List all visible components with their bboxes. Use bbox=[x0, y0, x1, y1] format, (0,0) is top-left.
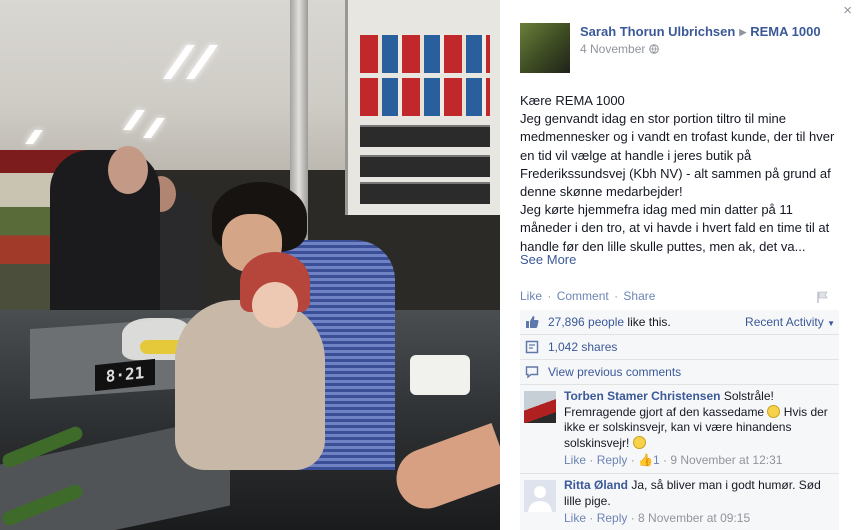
receipt-paper-roll bbox=[410, 355, 470, 395]
comment-time[interactable]: 8 November at 09:15 bbox=[638, 511, 750, 525]
thumbs-up-icon: 👍 bbox=[638, 453, 653, 467]
author-avatar[interactable] bbox=[520, 23, 570, 73]
comment-reply-link[interactable]: Reply bbox=[597, 511, 628, 525]
comment-reply-link[interactable]: Reply bbox=[597, 453, 628, 467]
thumbs-up-icon bbox=[526, 316, 539, 328]
like-link[interactable]: Like bbox=[520, 289, 542, 303]
comment-bubble-icon bbox=[525, 366, 539, 379]
default-avatar-icon bbox=[528, 486, 552, 512]
comment-item: Ritta Øland Ja, så bliver man i godt hum… bbox=[520, 474, 839, 530]
share-icon bbox=[525, 340, 539, 354]
view-previous-row: View previous comments bbox=[520, 360, 839, 385]
commenter-name-link[interactable]: Torben Stamer Christensen bbox=[564, 389, 720, 403]
likes-row: 27,896 people like this. Recent Activity… bbox=[520, 310, 839, 335]
see-more-link[interactable]: See More bbox=[520, 252, 576, 267]
separator: · bbox=[614, 289, 619, 303]
cigarette-slot bbox=[360, 155, 490, 177]
smiley-icon bbox=[632, 435, 646, 449]
close-icon[interactable]: × bbox=[843, 3, 852, 19]
comment-item: Torben Stamer Christensen Solstråle! Fre… bbox=[520, 385, 839, 474]
target-page-link[interactable]: REMA 1000 bbox=[750, 24, 820, 39]
share-link[interactable]: Share bbox=[623, 289, 655, 303]
commenter-avatar[interactable] bbox=[524, 391, 556, 423]
cigarette-row bbox=[360, 35, 490, 73]
post-date[interactable]: 4 November bbox=[580, 42, 645, 56]
commenter-avatar[interactable] bbox=[524, 480, 556, 512]
comment-like-link[interactable]: Like bbox=[564, 453, 586, 467]
recent-activity-dropdown[interactable]: Recent Activity ▼ bbox=[745, 310, 835, 336]
triangle-right-icon: ▶ bbox=[739, 27, 747, 37]
post-actions: Like · Comment · Share bbox=[520, 289, 655, 303]
cigarette-row bbox=[360, 78, 490, 116]
comment-text: Ritta Øland Ja, så bliver man i godt hum… bbox=[564, 478, 835, 509]
recent-activity-label: Recent Activity bbox=[745, 315, 824, 329]
post-photo[interactable]: 8·21 bbox=[0, 0, 500, 530]
post-meta: 4 November bbox=[580, 42, 821, 56]
shares-link[interactable]: 1,042 shares bbox=[548, 340, 617, 354]
post-side-panel: × Sarah Thorun Ulbrichsen ▶ REMA 1000 4 No… bbox=[500, 0, 859, 530]
separator: · bbox=[547, 289, 552, 303]
customer-head bbox=[108, 146, 148, 194]
feedback-box: 27,896 people like this. Recent Activity… bbox=[520, 310, 839, 530]
baby-snowsuit bbox=[175, 300, 325, 470]
cigarette-slot bbox=[360, 182, 490, 204]
post-body-text: Kære REMA 1000 Jeg genvandt idag en stor… bbox=[520, 93, 835, 254]
globe-icon bbox=[648, 42, 659, 56]
cigarette-cabinet bbox=[345, 0, 500, 215]
comment-time[interactable]: 9 November at 12:31 bbox=[670, 453, 782, 467]
comment-meta: Like · Reply · 8 November at 09:15 bbox=[564, 511, 751, 525]
comment-like-count[interactable]: 👍1 bbox=[638, 453, 660, 467]
shares-row: 1,042 shares bbox=[520, 335, 839, 360]
post-header: Sarah Thorun Ulbrichsen ▶ REMA 1000 4 Nove… bbox=[580, 24, 821, 56]
likes-suffix: like this. bbox=[624, 315, 671, 329]
caret-down-icon: ▼ bbox=[827, 319, 835, 328]
comment-like-link[interactable]: Like bbox=[564, 511, 586, 525]
view-previous-comments-link[interactable]: View previous comments bbox=[548, 365, 681, 379]
comment-link[interactable]: Comment bbox=[557, 289, 609, 303]
comment-text: Torben Stamer Christensen Solstråle! Fre… bbox=[564, 389, 835, 451]
comment-like-count-value: 1 bbox=[653, 453, 660, 467]
post-header-names: Sarah Thorun Ulbrichsen ▶ REMA 1000 bbox=[580, 24, 821, 39]
likes-count-link[interactable]: 27,896 people bbox=[548, 315, 624, 329]
comment-meta: Like · Reply · 👍1 · 9 November at 12:31 bbox=[564, 453, 783, 467]
smiley-icon bbox=[767, 404, 781, 418]
cigarette-slot bbox=[360, 125, 490, 147]
commenter-name-link[interactable]: Ritta Øland bbox=[564, 478, 628, 492]
author-name-link[interactable]: Sarah Thorun Ulbrichsen bbox=[580, 24, 735, 39]
baby-face bbox=[252, 282, 298, 328]
flag-icon[interactable] bbox=[817, 291, 829, 304]
